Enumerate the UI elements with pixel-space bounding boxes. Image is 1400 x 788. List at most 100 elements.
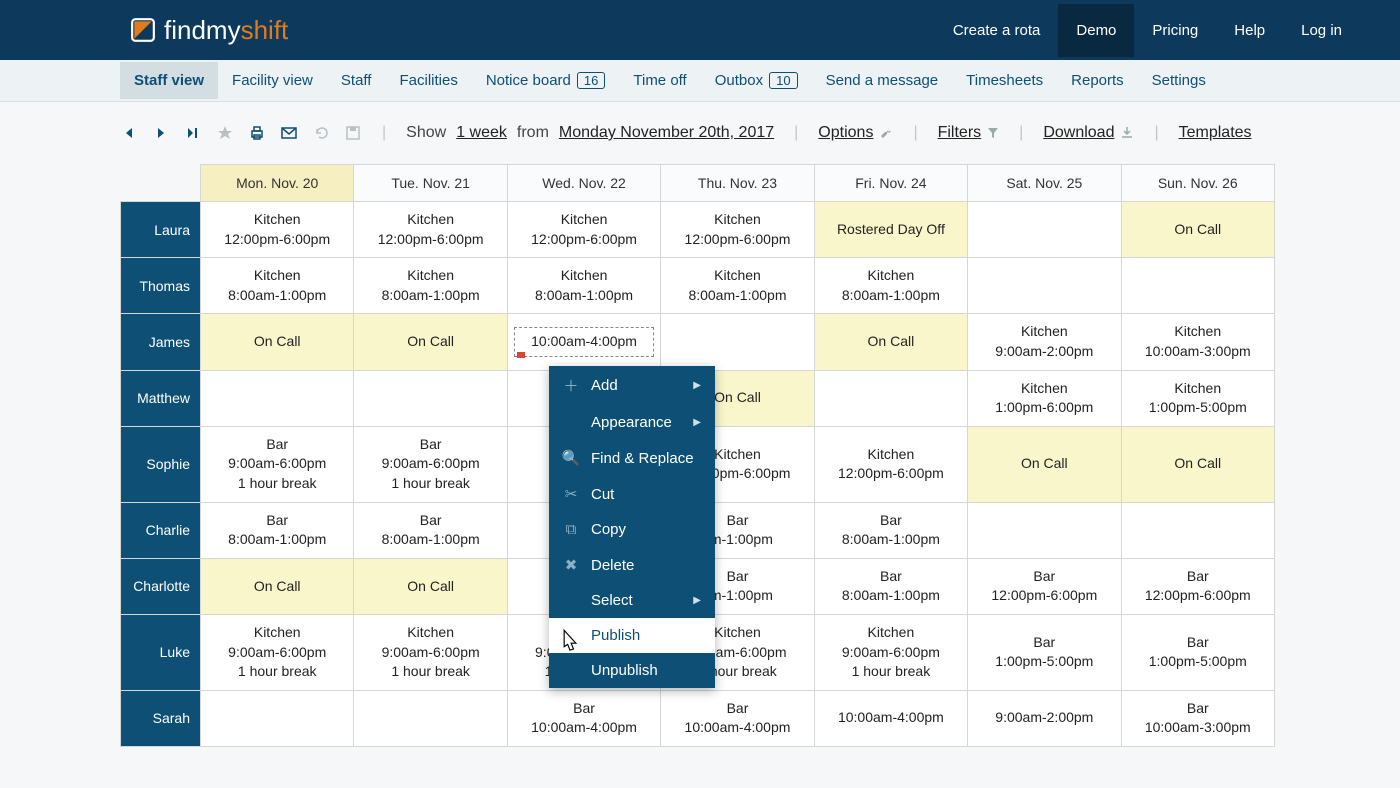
schedule-cell[interactable]: Kitchen12:00pm-6:00pm bbox=[661, 202, 814, 258]
schedule-cell[interactable]: Kitchen9:00am-6:00pm1 hour break bbox=[814, 614, 967, 690]
tab-notice-board[interactable]: Notice board 16 bbox=[472, 62, 620, 99]
schedule-cell[interactable]: Bar10:00am-3:00pm bbox=[1121, 690, 1274, 746]
schedule-cell[interactable]: Kitchen8:00am-1:00pm bbox=[661, 258, 814, 314]
tab-facility-view[interactable]: Facility view bbox=[218, 62, 327, 99]
skip-icon[interactable] bbox=[184, 124, 202, 142]
schedule-cell[interactable]: Kitchen12:00pm-6:00pm bbox=[354, 202, 507, 258]
templates-link[interactable]: Templates bbox=[1179, 124, 1252, 142]
next-icon[interactable] bbox=[152, 124, 170, 142]
print-icon[interactable] bbox=[248, 124, 266, 142]
tab-timesheets[interactable]: Timesheets bbox=[952, 62, 1057, 99]
staff-name-cell[interactable]: Charlotte bbox=[121, 558, 201, 614]
schedule-cell[interactable] bbox=[1121, 258, 1274, 314]
schedule-cell[interactable]: 10:00am-4:00pm bbox=[507, 314, 660, 370]
menu-find-replace[interactable]: 🔍 Find & Replace bbox=[549, 440, 715, 476]
staff-name-cell[interactable]: Laura bbox=[121, 202, 201, 258]
schedule-cell[interactable]: On Call bbox=[1121, 426, 1274, 502]
schedule-cell[interactable]: On Call bbox=[354, 558, 507, 614]
staff-name-cell[interactable]: Thomas bbox=[121, 258, 201, 314]
tab-outbox[interactable]: Outbox 10 bbox=[701, 62, 812, 99]
staff-name-cell[interactable]: James bbox=[121, 314, 201, 370]
menu-select[interactable]: Select ▶ bbox=[549, 583, 715, 618]
nav-pricing[interactable]: Pricing bbox=[1134, 4, 1216, 57]
schedule-cell[interactable] bbox=[968, 502, 1121, 558]
schedule-cell[interactable]: Kitchen8:00am-1:00pm bbox=[814, 258, 967, 314]
range-link[interactable]: 1 week bbox=[456, 124, 507, 142]
tab-staff-view[interactable]: Staff view bbox=[120, 62, 218, 99]
staff-name-cell[interactable]: Luke bbox=[121, 614, 201, 690]
schedule-cell[interactable]: On Call bbox=[354, 314, 507, 370]
schedule-cell[interactable]: Kitchen1:00pm-6:00pm bbox=[968, 370, 1121, 426]
schedule-cell[interactable]: Bar9:00am-6:00pm1 hour break bbox=[354, 426, 507, 502]
schedule-cell[interactable]: 10:00am-4:00pm bbox=[814, 690, 967, 746]
staff-name-cell[interactable]: Matthew bbox=[121, 370, 201, 426]
day-header[interactable]: Sun. Nov. 26 bbox=[1121, 165, 1274, 202]
schedule-cell[interactable] bbox=[201, 370, 354, 426]
menu-publish[interactable]: Publish bbox=[549, 618, 715, 653]
menu-copy[interactable]: ⧉ Copy bbox=[549, 512, 715, 547]
schedule-cell[interactable] bbox=[814, 370, 967, 426]
staff-name-cell[interactable]: Sarah bbox=[121, 690, 201, 746]
prev-icon[interactable] bbox=[120, 124, 138, 142]
day-header[interactable]: Thu. Nov. 23 bbox=[661, 165, 814, 202]
schedule-cell[interactable] bbox=[1121, 502, 1274, 558]
schedule-cell[interactable]: Bar8:00am-1:00pm bbox=[354, 502, 507, 558]
schedule-cell[interactable]: Bar9:00am-6:00pm1 hour break bbox=[201, 426, 354, 502]
schedule-cell[interactable]: Bar8:00am-1:00pm bbox=[814, 558, 967, 614]
schedule-cell[interactable]: Bar10:00am-4:00pm bbox=[507, 690, 660, 746]
brand-logo[interactable]: findmyshift bbox=[130, 15, 288, 46]
day-header[interactable]: Fri. Nov. 24 bbox=[814, 165, 967, 202]
staff-name-cell[interactable]: Sophie bbox=[121, 426, 201, 502]
schedule-cell[interactable]: Kitchen8:00am-1:00pm bbox=[354, 258, 507, 314]
day-header[interactable]: Tue. Nov. 21 bbox=[354, 165, 507, 202]
nav-create-rota[interactable]: Create a rota bbox=[935, 4, 1059, 57]
options-link[interactable]: Options bbox=[818, 124, 893, 142]
schedule-cell[interactable]: Bar8:00am-1:00pm bbox=[201, 502, 354, 558]
star-icon[interactable] bbox=[216, 124, 234, 142]
schedule-cell[interactable] bbox=[968, 258, 1121, 314]
schedule-cell[interactable]: Bar8:00am-1:00pm bbox=[814, 502, 967, 558]
tab-send-message[interactable]: Send a message bbox=[812, 62, 953, 99]
menu-delete[interactable]: ✖ Delete bbox=[549, 547, 715, 583]
schedule-cell[interactable]: Bar10:00am-4:00pm bbox=[661, 690, 814, 746]
menu-unpublish[interactable]: Unpublish bbox=[549, 653, 715, 688]
schedule-cell[interactable]: Kitchen12:00pm-6:00pm bbox=[814, 426, 967, 502]
undo-icon[interactable] bbox=[312, 124, 330, 142]
save-icon[interactable] bbox=[344, 124, 362, 142]
schedule-cell[interactable]: 9:00am-2:00pm bbox=[968, 690, 1121, 746]
schedule-cell[interactable]: On Call bbox=[201, 558, 354, 614]
schedule-cell[interactable]: Kitchen9:00am-6:00pm1 hour break bbox=[201, 614, 354, 690]
tab-settings[interactable]: Settings bbox=[1138, 62, 1220, 99]
schedule-cell[interactable]: Kitchen9:00am-6:00pm1 hour break bbox=[354, 614, 507, 690]
schedule-cell[interactable]: Bar12:00pm-6:00pm bbox=[968, 558, 1121, 614]
nav-login[interactable]: Log in bbox=[1283, 4, 1360, 57]
schedule-cell[interactable]: Kitchen8:00am-1:00pm bbox=[201, 258, 354, 314]
tab-time-off[interactable]: Time off bbox=[619, 62, 700, 99]
schedule-cell[interactable]: On Call bbox=[1121, 202, 1274, 258]
schedule-cell[interactable] bbox=[354, 370, 507, 426]
tab-reports[interactable]: Reports bbox=[1057, 62, 1138, 99]
download-link[interactable]: Download bbox=[1043, 124, 1134, 142]
date-link[interactable]: Monday November 20th, 2017 bbox=[559, 124, 774, 142]
tab-facilities[interactable]: Facilities bbox=[385, 62, 471, 99]
nav-help[interactable]: Help bbox=[1216, 4, 1283, 57]
schedule-cell[interactable] bbox=[201, 690, 354, 746]
menu-cut[interactable]: ✂ Cut bbox=[549, 476, 715, 512]
schedule-cell[interactable]: Bar1:00pm-5:00pm bbox=[1121, 614, 1274, 690]
menu-add[interactable]: ＋ Add ▶ bbox=[549, 366, 715, 405]
schedule-cell[interactable]: Kitchen9:00am-2:00pm bbox=[968, 314, 1121, 370]
schedule-cell[interactable]: Kitchen10:00am-3:00pm bbox=[1121, 314, 1274, 370]
schedule-cell[interactable]: Kitchen8:00am-1:00pm bbox=[507, 258, 660, 314]
schedule-cell[interactable]: Bar12:00pm-6:00pm bbox=[1121, 558, 1274, 614]
day-header[interactable]: Sat. Nov. 25 bbox=[968, 165, 1121, 202]
schedule-cell[interactable]: Kitchen12:00pm-6:00pm bbox=[507, 202, 660, 258]
schedule-cell[interactable]: Rostered Day Off bbox=[814, 202, 967, 258]
tab-staff[interactable]: Staff bbox=[327, 62, 386, 99]
day-header[interactable]: Mon. Nov. 20 bbox=[201, 165, 354, 202]
staff-name-cell[interactable]: Charlie bbox=[121, 502, 201, 558]
schedule-cell[interactable]: Bar1:00pm-5:00pm bbox=[968, 614, 1121, 690]
schedule-cell[interactable] bbox=[968, 202, 1121, 258]
schedule-cell[interactable] bbox=[661, 314, 814, 370]
day-header[interactable]: Wed. Nov. 22 bbox=[507, 165, 660, 202]
schedule-cell[interactable]: Kitchen12:00pm-6:00pm bbox=[201, 202, 354, 258]
